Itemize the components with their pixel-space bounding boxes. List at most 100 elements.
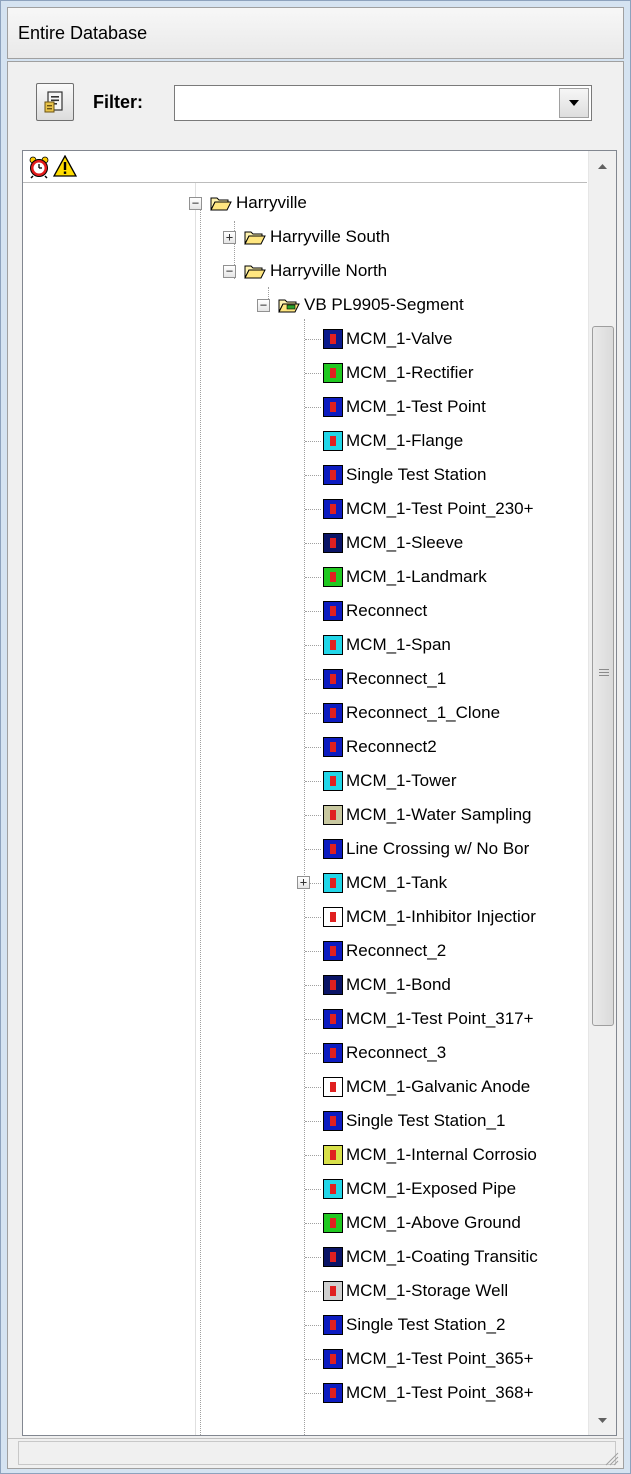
tree-item[interactable]: Single Test Station_2 bbox=[323, 1309, 505, 1341]
tree-item[interactable]: MCM_1-Valve bbox=[323, 323, 452, 355]
tree-item[interactable]: MCM_1-Test Point_365+ bbox=[323, 1343, 534, 1375]
tree-item[interactable]: MCM_1-Flange bbox=[323, 425, 463, 457]
tree-item-label: MCM_1-Tank bbox=[346, 873, 448, 892]
tree-item[interactable]: MCM_1-Sleeve bbox=[323, 527, 463, 559]
icon-marker bbox=[330, 878, 336, 888]
tree-item-label: MCM_1-Rectifier bbox=[346, 363, 474, 382]
vertical-scrollbar[interactable] bbox=[588, 151, 616, 1435]
collapse-toggle[interactable]: − bbox=[223, 264, 236, 278]
tree-item[interactable]: MCM_1-Rectifier bbox=[323, 357, 474, 389]
tree-node-label: Harryville bbox=[236, 193, 307, 212]
tree-connector bbox=[305, 475, 321, 476]
tree-connector bbox=[305, 1019, 321, 1020]
tree-connector bbox=[305, 917, 321, 918]
tree-node-harryville-south[interactable]: + Harryville South bbox=[223, 221, 390, 253]
tree-item-label: MCM_1-Test Point_230+ bbox=[346, 499, 534, 518]
tree-view[interactable]: − Harryville + Harryville South − Harryv… bbox=[22, 150, 617, 1436]
tree-item[interactable]: Single Test Station bbox=[323, 459, 487, 491]
tree-item[interactable]: MCM_1-Water Sampling bbox=[323, 799, 531, 831]
tree-item-label: MCM_1-Span bbox=[346, 635, 451, 654]
icon-marker bbox=[330, 1082, 336, 1092]
test-point-icon bbox=[323, 1383, 343, 1403]
icon-marker bbox=[330, 1150, 336, 1160]
tree-node-label: Harryville North bbox=[270, 261, 388, 280]
expand-toggle[interactable]: + bbox=[297, 876, 310, 889]
tree-item[interactable]: MCM_1-Coating Transitic bbox=[323, 1241, 538, 1273]
tree-item-label: MCM_1-Bond bbox=[346, 975, 451, 994]
filter-combobox[interactable] bbox=[174, 85, 592, 121]
tree-item[interactable]: Reconnect_1 bbox=[323, 663, 446, 695]
tree-item[interactable]: MCM_1-Bond bbox=[323, 969, 451, 1001]
tree-item[interactable]: MCM_1-Storage Well bbox=[323, 1275, 508, 1307]
coating-transition-icon bbox=[323, 1247, 343, 1267]
resize-grip-icon[interactable] bbox=[603, 1450, 619, 1466]
tree-node-harryville-north[interactable]: − Harryville North bbox=[223, 255, 387, 287]
tower-icon bbox=[323, 771, 343, 791]
internal-corrosion-icon bbox=[323, 1145, 343, 1165]
tree-item[interactable]: Reconnect2 bbox=[323, 731, 437, 763]
tree-item-label: MCM_1-Test Point_365+ bbox=[346, 1349, 534, 1368]
report-button[interactable] bbox=[36, 83, 74, 121]
scroll-thumb[interactable] bbox=[592, 326, 614, 1026]
test-point-icon bbox=[323, 499, 343, 519]
icon-marker bbox=[330, 1218, 336, 1228]
icon-marker bbox=[330, 538, 336, 548]
tree-item-label: Reconnect_2 bbox=[346, 941, 447, 960]
filter-input[interactable] bbox=[175, 86, 559, 120]
tree-item[interactable]: MCM_1-Internal Corrosio bbox=[323, 1139, 537, 1171]
tree-item-label: MCM_1-Above Ground bbox=[346, 1213, 521, 1232]
tree-item[interactable]: Single Test Station_1 bbox=[323, 1105, 505, 1137]
tree-item-label: Line Crossing w/ No Bor bbox=[346, 839, 530, 858]
tree-item[interactable]: MCM_1-Inhibitor Injectior bbox=[323, 901, 536, 933]
tree-guide-root bbox=[200, 203, 201, 1435]
collapse-toggle[interactable]: − bbox=[257, 298, 270, 312]
filter-dropdown-button[interactable] bbox=[559, 88, 589, 118]
storage-well-icon bbox=[323, 1281, 343, 1301]
tree-item[interactable]: MCM_1-Test Point bbox=[323, 391, 486, 423]
tree-item[interactable]: MCM_1-Test Point_368+ bbox=[323, 1377, 534, 1409]
tree-item[interactable]: MCM_1-Exposed Pipe bbox=[323, 1173, 516, 1205]
tree-item-label: Single Test Station bbox=[346, 465, 487, 484]
status-bar bbox=[8, 1438, 623, 1468]
toolbar: Filter: bbox=[8, 62, 623, 150]
tree-connector bbox=[305, 985, 321, 986]
icon-marker bbox=[330, 640, 336, 650]
database-panel: Filter: − Harryville + Harryville South … bbox=[7, 61, 624, 1469]
tree-item[interactable]: MCM_1-Tank bbox=[323, 867, 447, 899]
collapse-toggle[interactable]: − bbox=[189, 196, 202, 210]
tree-connector bbox=[305, 441, 321, 442]
expand-toggle[interactable]: + bbox=[223, 230, 236, 244]
tree-item[interactable]: MCM_1-Tower bbox=[323, 765, 457, 797]
tree-connector bbox=[305, 849, 321, 850]
tree-item-label: Reconnect bbox=[346, 601, 428, 620]
tree-item[interactable]: MCM_1-Test Point_230+ bbox=[323, 493, 534, 525]
tree-item[interactable]: Reconnect_3 bbox=[323, 1037, 446, 1069]
span-icon bbox=[323, 635, 343, 655]
tree-item[interactable]: MCM_1-Landmark bbox=[323, 561, 487, 593]
tree-connector bbox=[305, 1325, 321, 1326]
icon-marker bbox=[330, 1184, 336, 1194]
tree-item[interactable]: Line Crossing w/ No Bor bbox=[323, 833, 529, 865]
tree-item[interactable]: Reconnect_1_Clone bbox=[323, 697, 500, 729]
icon-marker bbox=[330, 1320, 336, 1330]
tree-item-label: MCM_1-Water Sampling bbox=[346, 805, 532, 824]
tree-connector bbox=[305, 339, 321, 340]
scroll-down-button[interactable] bbox=[589, 1405, 616, 1435]
tree-item[interactable]: MCM_1-Span bbox=[323, 629, 451, 661]
tree-node-segment[interactable]: − VB PL9905-Segment bbox=[257, 289, 464, 321]
tree-item[interactable]: MCM_1-Galvanic Anode bbox=[323, 1071, 530, 1103]
tree-node-harryville[interactable]: − Harryville bbox=[189, 187, 307, 219]
tree-item-label: MCM_1-Test Point_368+ bbox=[346, 1383, 534, 1402]
tree-connector bbox=[305, 1359, 321, 1360]
water-sampling-icon bbox=[323, 805, 343, 825]
scroll-up-button[interactable] bbox=[589, 151, 616, 181]
tree-item-label: MCM_1-Storage Well bbox=[346, 1281, 509, 1300]
entire-database-window: Entire Database Filter: − Harryville + H… bbox=[0, 0, 631, 1474]
tree-item-label: MCM_1-Exposed Pipe bbox=[346, 1179, 517, 1198]
tree-item[interactable]: MCM_1-Test Point_317+ bbox=[323, 1003, 534, 1035]
tree-item[interactable]: Reconnect_2 bbox=[323, 935, 446, 967]
tree-item[interactable]: MCM_1-Above Ground bbox=[323, 1207, 521, 1239]
tree-item[interactable]: Reconnect bbox=[323, 595, 427, 627]
tree-item-label: MCM_1-Inhibitor Injectior bbox=[346, 907, 536, 926]
tree-item-label: MCM_1-Flange bbox=[346, 431, 464, 450]
